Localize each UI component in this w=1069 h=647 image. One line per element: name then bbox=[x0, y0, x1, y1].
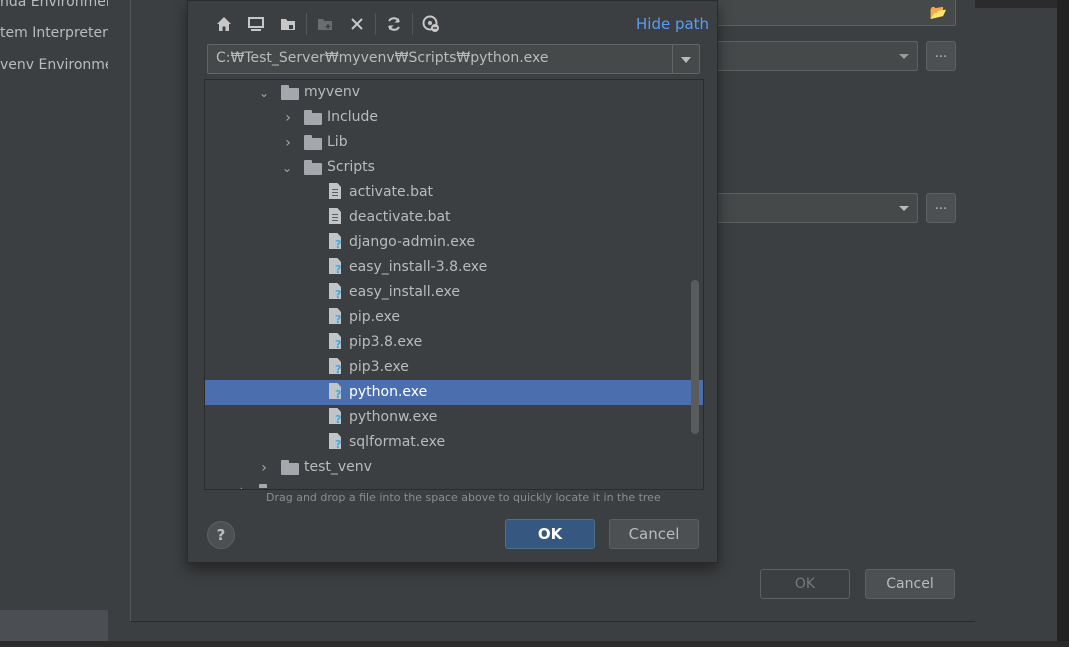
folder-icon bbox=[304, 110, 322, 125]
unknown-file-icon: ? bbox=[329, 283, 343, 300]
tree-row-scripts[interactable]: ⌄ Scripts bbox=[205, 155, 703, 180]
tree-row-myvenv[interactable]: ⌄ myvenv bbox=[205, 80, 703, 105]
home-icon[interactable] bbox=[208, 9, 240, 39]
chevron-right-icon[interactable]: › bbox=[257, 460, 271, 476]
file-tree[interactable]: ⌄ myvenv › Include › Lib ⌄ Scripts activ… bbox=[204, 79, 704, 490]
unknown-file-icon: ? bbox=[329, 258, 343, 275]
tree-item-label: Lib bbox=[327, 134, 348, 150]
existing-interpreter-browse-button[interactable]: ... bbox=[926, 193, 956, 223]
dialog-toolbar bbox=[208, 9, 447, 39]
folder-icon bbox=[281, 85, 299, 100]
project-folder-icon[interactable] bbox=[272, 9, 304, 39]
window-edge bbox=[1057, 0, 1069, 647]
path-dropdown-button[interactable] bbox=[672, 45, 699, 73]
tree-scrollbar[interactable] bbox=[691, 280, 699, 434]
toolbar-separator bbox=[412, 13, 413, 35]
tree-row-test-venv[interactable]: › test_venv bbox=[205, 455, 703, 480]
path-combo[interactable]: C:₩Test_Server₩myvenv₩Scripts₩python.exe bbox=[207, 44, 700, 74]
hide-path-link[interactable]: Hide path bbox=[636, 15, 709, 33]
tree-row-sqlformat[interactable]: ? sqlformat.exe bbox=[205, 430, 703, 455]
path-input[interactable]: C:₩Test_Server₩myvenv₩Scripts₩python.exe bbox=[216, 50, 548, 66]
tree-row-partial: › bbox=[205, 481, 703, 489]
chevron-down-icon bbox=[899, 206, 909, 211]
tree-item-label: sqlformat.exe bbox=[349, 434, 446, 450]
folder-icon bbox=[304, 160, 322, 175]
unknown-file-icon: ? bbox=[329, 408, 343, 425]
parent-ok-button[interactable]: OK bbox=[760, 569, 850, 599]
tree-item-label: Include bbox=[327, 109, 378, 125]
parent-cancel-button[interactable]: Cancel bbox=[865, 569, 955, 599]
tree-item-label: easy_install-3.8.exe bbox=[349, 259, 488, 275]
tree-row-easy-install-38[interactable]: ? easy_install-3.8.exe bbox=[205, 255, 703, 280]
text-file-icon bbox=[329, 208, 343, 225]
chevron-down-icon[interactable]: ⌄ bbox=[280, 161, 294, 175]
chevron-down-icon bbox=[681, 57, 691, 63]
tree-row-pip38[interactable]: ? pip3.8.exe bbox=[205, 330, 703, 355]
tree-item-label: pip3.exe bbox=[349, 359, 409, 375]
tree-item-label: pip.exe bbox=[349, 309, 400, 325]
unknown-file-icon: ? bbox=[329, 433, 343, 450]
tree-row-pip[interactable]: ? pip.exe bbox=[205, 305, 703, 330]
ok-button[interactable]: OK bbox=[505, 519, 595, 549]
sidebar-item-system-interpreter[interactable]: tem Interpreter bbox=[0, 25, 108, 41]
tree-row-activate-bat[interactable]: activate.bat bbox=[205, 180, 703, 205]
folder-icon bbox=[304, 135, 322, 150]
tree-row-lib[interactable]: › Lib bbox=[205, 130, 703, 155]
show-hidden-icon[interactable] bbox=[415, 9, 447, 39]
tree-row-deactivate-bat[interactable]: deactivate.bat bbox=[205, 205, 703, 230]
unknown-file-icon: ? bbox=[329, 383, 343, 400]
settings-panel-right-top bbox=[975, 0, 1057, 8]
chevron-right-icon[interactable]: › bbox=[281, 110, 295, 126]
text-file-icon bbox=[329, 183, 343, 200]
chevron-down-icon[interactable]: ⌄ bbox=[257, 86, 271, 100]
desktop-icon[interactable] bbox=[240, 9, 272, 39]
delete-icon[interactable] bbox=[341, 9, 373, 39]
unknown-file-icon: ? bbox=[329, 233, 343, 250]
chevron-down-icon bbox=[899, 54, 909, 59]
window-bottom-edge bbox=[0, 641, 1069, 647]
tree-item-label: easy_install.exe bbox=[349, 284, 460, 300]
cancel-button[interactable]: Cancel bbox=[609, 519, 699, 549]
sidebar-selected-area bbox=[0, 610, 108, 641]
tree-item-label: myvenv bbox=[304, 84, 360, 100]
tree-item-label: activate.bat bbox=[349, 184, 434, 200]
sidebar-item-conda[interactable]: nda Environment bbox=[0, 0, 120, 10]
select-interpreter-dialog: Hide path C:₩Test_Server₩myvenv₩Scripts₩… bbox=[187, 0, 718, 563]
help-button[interactable]: ? bbox=[207, 521, 235, 549]
toolbar-separator bbox=[375, 13, 376, 35]
browse-folder-icon[interactable]: 📂 bbox=[930, 5, 947, 21]
tree-item-label: python.exe bbox=[349, 384, 428, 400]
refresh-icon[interactable] bbox=[378, 9, 410, 39]
tree-row-python-selected[interactable]: ? python.exe bbox=[205, 380, 703, 405]
tree-row-pythonw[interactable]: ? pythonw.exe bbox=[205, 405, 703, 430]
tree-row-django-admin[interactable]: ? django-admin.exe bbox=[205, 230, 703, 255]
tree-row-pip3[interactable]: ? pip3.exe bbox=[205, 355, 703, 380]
tree-item-label: test_venv bbox=[304, 459, 372, 475]
tree-row-include[interactable]: › Include bbox=[205, 105, 703, 130]
tree-item-label: deactivate.bat bbox=[349, 209, 451, 225]
unknown-file-icon: ? bbox=[329, 333, 343, 350]
tree-row-easy-install[interactable]: ? easy_install.exe bbox=[205, 280, 703, 305]
settings-panel-right bbox=[975, 0, 1057, 647]
tree-item-label: Scripts bbox=[327, 159, 375, 175]
new-folder-icon[interactable] bbox=[309, 9, 341, 39]
base-interpreter-browse-button[interactable]: ... bbox=[926, 41, 956, 71]
tree-item-label: pythonw.exe bbox=[349, 409, 438, 425]
toolbar-separator bbox=[306, 13, 307, 35]
tree-item-label: django-admin.exe bbox=[349, 234, 476, 250]
drag-drop-hint: Drag and drop a file into the space abov… bbox=[266, 491, 661, 504]
existing-interpreter-combo[interactable] bbox=[700, 193, 918, 223]
chevron-right-icon[interactable]: › bbox=[281, 135, 295, 151]
unknown-file-icon: ? bbox=[329, 358, 343, 375]
folder-icon bbox=[281, 460, 299, 475]
base-interpreter-combo[interactable] bbox=[700, 41, 918, 71]
location-field[interactable]: 📂 bbox=[700, 0, 956, 26]
tree-item-label: pip3.8.exe bbox=[349, 334, 423, 350]
unknown-file-icon: ? bbox=[329, 308, 343, 325]
settings-sidebar bbox=[0, 0, 108, 647]
